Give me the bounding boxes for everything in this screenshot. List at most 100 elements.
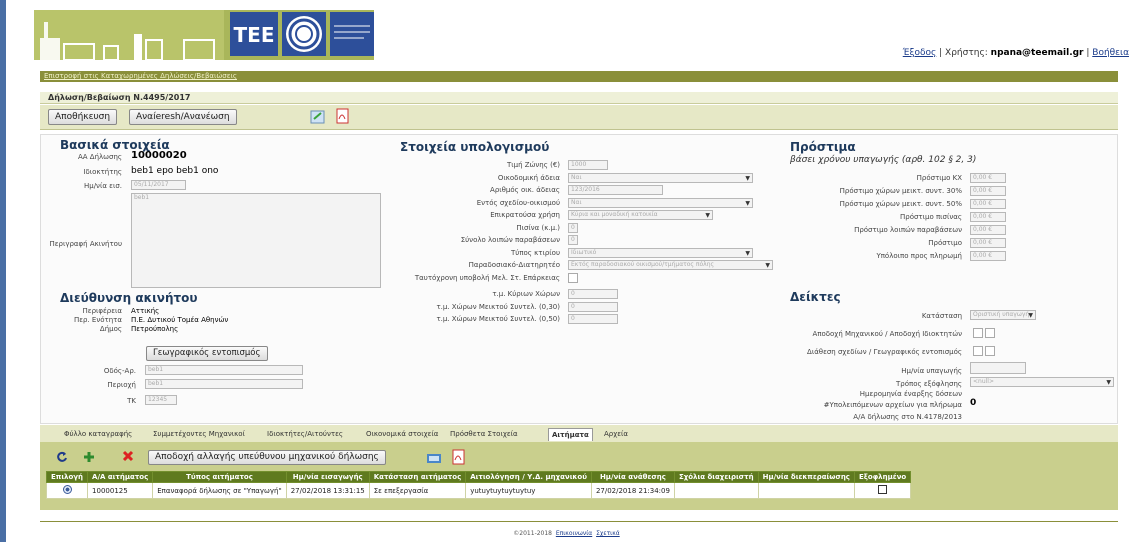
accept-label: Αποδοχή Μηχανικού / Αποδοχή Ιδιοκτητών (812, 330, 962, 338)
fine-value[interactable]: 0,00 € (970, 173, 1006, 183)
calc-label: Αριθμός οικ. άδειας (490, 186, 560, 194)
region-value: Αττικής (131, 307, 160, 315)
table-cell (853, 482, 912, 499)
fine-label: Πρόστιμο (928, 239, 962, 247)
calc-input[interactable]: 0 (568, 222, 578, 233)
owner-accept-checkbox[interactable] (985, 328, 995, 338)
fine-label: Πρόστιμο λοιπών παραβάσεων (854, 226, 962, 234)
tab-5[interactable]: Πρόσθετα Στοιχεία (450, 428, 518, 440)
calc-select[interactable]: Κύρια και μοναδική κατοικία ▼ (568, 210, 713, 220)
settle-value: <null> (973, 378, 994, 385)
calc-select[interactable]: Εκτός παραδοσιακού οικισμού/τμήματος πόλ… (568, 260, 773, 270)
fine-value[interactable]: 0,00 € (970, 251, 1006, 261)
calc-label: Πισίνα (κ.μ.) (516, 223, 560, 232)
tee-logo: TEE (34, 10, 374, 61)
pdf-icon[interactable] (336, 108, 350, 127)
help-link[interactable]: Βοήθεια (1092, 48, 1129, 58)
calc-label: Τιμή Ζώνης (€) (506, 161, 560, 169)
calc-select[interactable]: Ναι ▼ (568, 197, 753, 208)
fine-label: Πρόστιμο ΚΧ (916, 174, 962, 182)
calc-select-value: Ναι (571, 198, 582, 206)
calc-input[interactable]: 0 (568, 301, 618, 312)
user-label: Χρήστης: (945, 48, 988, 58)
tab-3[interactable]: Ιδιοκτήτες/Αιτούντες (267, 428, 343, 440)
contact-link[interactable]: Επικοινωνία (556, 530, 592, 537)
table-header-cell: Ημ/νία ανάθεσης (590, 471, 675, 483)
calc-label: Ταυτόχρονη υποβολή Μελ. Στ. Επάρκειας (414, 273, 560, 282)
save-button[interactable]: Αποθήκευση (48, 109, 118, 125)
calc-input[interactable]: 0 (568, 289, 618, 299)
geolocation-checkbox[interactable] (985, 346, 995, 356)
tab-7[interactable]: Αρχεία (604, 428, 628, 440)
tab-4[interactable]: Οικονομικά στοιχεία (366, 428, 438, 440)
refresh-button[interactable]: Αναíeresh/Ανανέωση (129, 109, 237, 125)
fine-label: Πρόστιμο χώρων μεικτ. συντ. 30% (839, 187, 962, 195)
layout-label: Διάθεση σχεδίων / Γεωγραφικός εντοπισμός (807, 348, 962, 356)
calc-checkbox[interactable] (568, 272, 578, 283)
municipality-value: Πετρούπολης (131, 325, 179, 333)
paid-checkbox[interactable] (878, 485, 888, 494)
status-select[interactable]: Οριστική υπαγωγή ▼ (970, 310, 1036, 320)
calculator-icon[interactable] (283, 109, 299, 127)
tab-6[interactable]: Αιτήματα (548, 428, 593, 441)
calc-label: Εντός σχεδίου-οικισμού (476, 198, 560, 207)
calc-input[interactable]: 1000 (568, 160, 608, 170)
table-header-cell: Ημ/νία εισαγωγής (285, 471, 370, 483)
calc-input[interactable]: 0 (568, 235, 578, 245)
tk-field[interactable]: 12345 (145, 395, 177, 405)
fine-label: Πρόστιμο πισίνας (900, 213, 962, 221)
fine-label: Υπόλοιπο προς πληρωμή (876, 252, 962, 260)
user-header: Έξοδος | Χρήστης: npana@teemail.gr | Βοή… (902, 48, 1129, 58)
calc-label: τ.μ. Κύριων Χώρων (492, 290, 560, 298)
reload-icon[interactable] (56, 451, 68, 465)
fine-value[interactable]: 0,00 € (970, 186, 1006, 196)
calc-select[interactable]: Ναι ▼ (568, 172, 753, 183)
footer: ©2011-2018 Επικοινωνία Σχετικά (0, 530, 1133, 537)
calc-input[interactable]: 0 (568, 314, 618, 324)
add-icon[interactable] (82, 451, 96, 465)
logout-link[interactable]: Έξοδος (903, 48, 937, 58)
calc-input[interactable]: 123/2016 (568, 185, 663, 195)
fine-value[interactable]: 0,00 € (970, 212, 1006, 222)
settle-select[interactable]: <null> ▼ (970, 377, 1114, 387)
export-icon[interactable] (426, 452, 442, 466)
fines-section-title: Πρόστιμα (790, 140, 856, 154)
submission-date-label: Ημ/νία υπαγωγής (901, 367, 962, 375)
chevron-down-icon: ▼ (1106, 379, 1111, 386)
table-cell: 10000125 (87, 482, 154, 499)
fine-value[interactable]: 0,00 € (970, 199, 1006, 209)
tab-2[interactable]: Συμμετέχοντες Μηχανικοί (153, 428, 245, 440)
pdf-export-icon[interactable] (452, 449, 466, 468)
refresh-data-icon[interactable] (310, 109, 326, 127)
tab-1[interactable]: Φύλλο καταγραφής (64, 428, 132, 440)
indicators-section-title: Δείκτες (790, 290, 841, 304)
delete-icon[interactable] (122, 450, 134, 464)
fine-value[interactable]: 0,00 € (970, 238, 1006, 248)
street-field[interactable]: beb1 (145, 365, 303, 375)
calc-select[interactable]: Ιδιωτικό ▼ (568, 247, 753, 258)
select-radio[interactable] (62, 485, 72, 494)
address-section-title: Διεύθυνση ακινήτου (60, 291, 198, 305)
accept-engineer-change-button[interactable]: Αποδοχή αλλαγής υπεύθυνου μηχανικού δήλω… (148, 450, 386, 465)
calc-section-title: Στοιχεία υπολογισμού (400, 140, 550, 154)
table-cell (673, 482, 759, 499)
table-header-cell: Εξοφλημένο (853, 471, 912, 483)
submission-date-field[interactable] (970, 362, 1026, 374)
table-header-cell: Σχόλια διαχειριστή (673, 471, 759, 483)
calc-select-value: Κύρια και μοναδική κατοικία (571, 211, 658, 218)
geolocation-button[interactable]: Γεωγραφικός εντοπισμός (146, 346, 268, 361)
fine-value[interactable]: 0,00 € (970, 225, 1006, 235)
table-header-cell: Κατάσταση αιτήματος (368, 471, 467, 483)
back-link[interactable]: Επιστροφή στις Καταχωρημένες Δηλώσεις/Βε… (40, 72, 237, 80)
table-header-cell: Τύπος αιτήματος (152, 471, 287, 483)
copyright: ©2011-2018 (513, 530, 553, 537)
table-header-row: Επιλογή Α/Α αιτήματος Τύπος αιτήματος Ημ/νί… (45, 471, 912, 483)
engineer-accept-checkbox[interactable] (973, 328, 983, 338)
about-link[interactable]: Σχετικά (596, 530, 620, 537)
chevron-down-icon: ▼ (1028, 312, 1033, 319)
area-field[interactable]: beb1 (145, 379, 303, 389)
drawings-checkbox[interactable] (973, 346, 983, 356)
table-row[interactable]: 10000125 Επαναφορά δήλωσης σε "Υπαγωγή" 27… (45, 482, 912, 499)
description-textarea[interactable]: beb1 (131, 193, 381, 288)
date-field[interactable]: 05/11/2017 (131, 180, 186, 190)
